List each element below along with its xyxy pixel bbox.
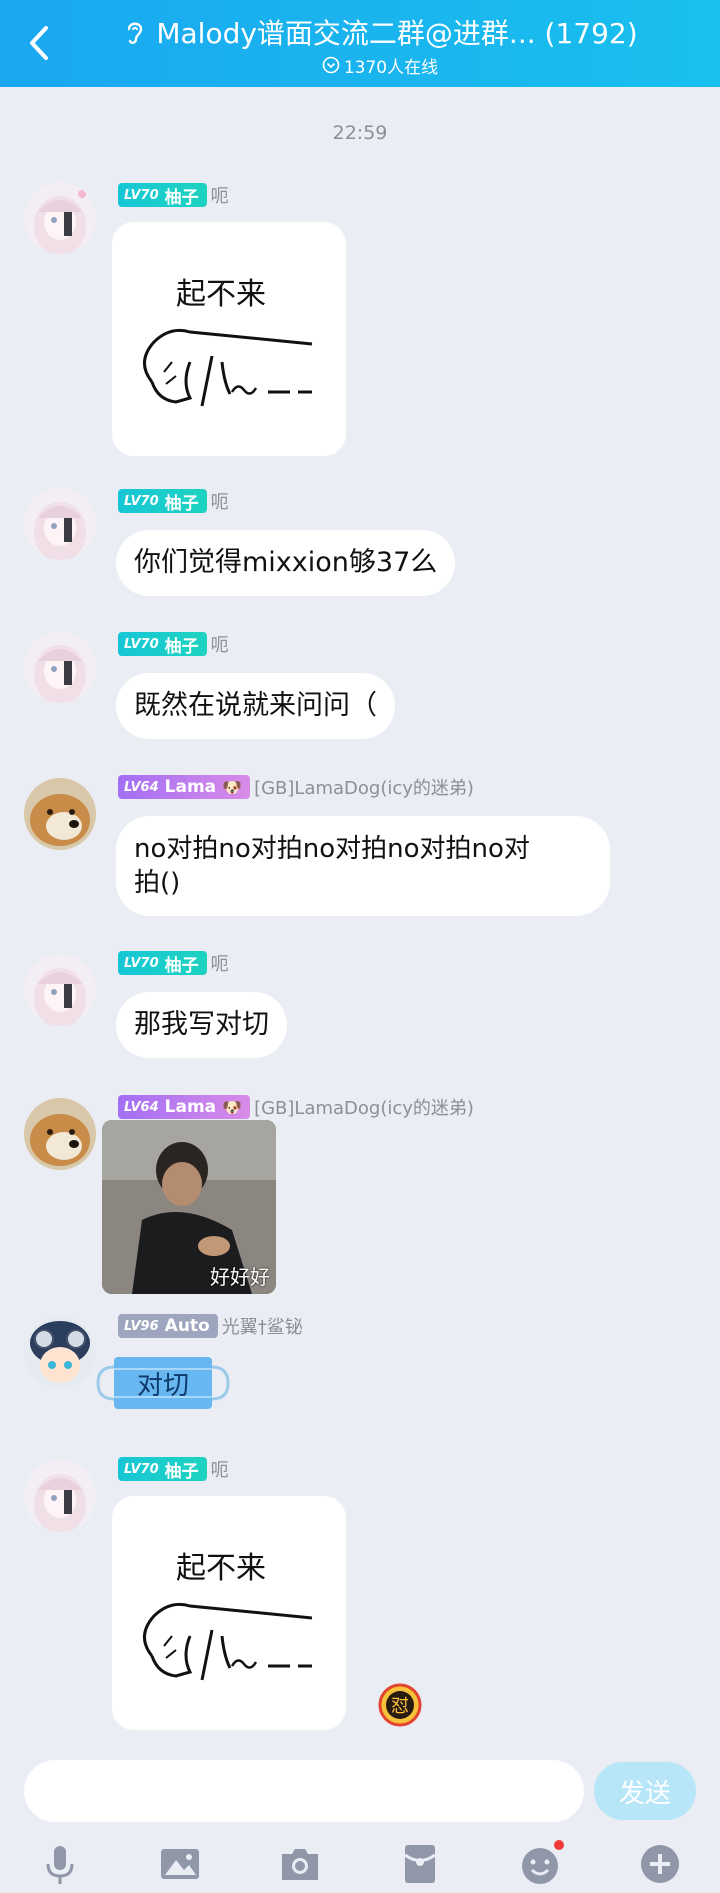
level-badge: LV70 柚子 (118, 489, 207, 514)
chat-title-row[interactable]: Malody谱面交流二群@进群... (1792) (70, 12, 690, 52)
shiba-emoji-icon: 🐶 (222, 777, 243, 797)
level-badge: LV70 柚子 (118, 183, 207, 208)
mask-sticker-text: 对切 (136, 1371, 189, 1401)
sender-row: LV70 柚子 呃 (118, 950, 229, 976)
camera-icon[interactable] (276, 1840, 324, 1888)
level-badge: LV70 柚子 (118, 632, 207, 657)
sender-nickname: [GB]LamaDog(icy的迷弟) (254, 778, 474, 799)
sticker-image[interactable]: 起不来 (112, 1496, 346, 1730)
sender-nickname: [GB]LamaDog(icy的迷弟) (254, 1098, 474, 1119)
emoji-icon[interactable] (516, 1840, 564, 1888)
online-count-text: 1370人在线 (343, 57, 439, 78)
notification-dot (554, 1840, 564, 1850)
bubble-line: no对拍no对拍no对拍no对拍no对 (134, 834, 530, 864)
avatar-yuzi[interactable] (24, 954, 96, 1026)
sender-row: LV64 Lama 🐶 [GB]LamaDog(icy的迷弟) (118, 1094, 474, 1120)
sender-nickname: 呃 (210, 186, 229, 207)
message-bubble[interactable]: no对拍no对拍no对拍no对拍no对 拍() (116, 816, 610, 916)
chevron-left-icon (30, 26, 48, 60)
level-badge: LV64 Lama 🐶 (118, 775, 251, 799)
avatar-yuzi[interactable] (24, 488, 96, 560)
chat-header: Malody谱面交流二群@进群... (1792) 1370人在线 (0, 0, 720, 87)
chat-title: Malody谱面交流二群@进群... (1792) (156, 17, 638, 50)
online-count[interactable]: 1370人在线 (70, 53, 690, 78)
level-badge: LV70 柚子 (118, 951, 207, 976)
message-bubble[interactable]: 你们觉得mixxion够37么 (116, 530, 456, 596)
message-bubble[interactable]: 那我写对切 (116, 992, 287, 1058)
sender-nickname: 呃 (210, 492, 229, 513)
bubble-line: 拍() (134, 868, 181, 898)
sender-nickname: 呃 (210, 635, 229, 656)
sender-row: LV70 柚子 呃 (118, 182, 229, 208)
message-bubble[interactable]: 既然在说就来问问（ (116, 673, 395, 739)
plus-icon[interactable] (636, 1840, 684, 1888)
level-badge: LV70 柚子 (118, 1457, 207, 1482)
mask-sticker[interactable]: 对切 (96, 1351, 230, 1415)
send-button[interactable]: 发送 (594, 1762, 696, 1820)
avatar-yuzi[interactable] (24, 631, 96, 703)
level-badge: LV64 Lama 🐶 (118, 1095, 251, 1119)
back-button[interactable] (22, 20, 58, 66)
image-icon[interactable] (156, 1840, 204, 1888)
avatar-yuzi[interactable] (24, 1460, 96, 1532)
avatar-auto[interactable] (24, 1317, 96, 1389)
sender-row: LV70 柚子 呃 (118, 488, 229, 514)
sticker-caption: 起不来 (176, 277, 266, 312)
sender-nickname: 呃 (210, 1460, 229, 1481)
microphone-icon[interactable] (36, 1840, 84, 1888)
input-area: 发送 (0, 1742, 720, 1893)
sender-row: LV96 Auto 光翼†鲨铋 (118, 1313, 303, 1339)
sender-row: LV64 Lama 🐶 [GB]LamaDog(icy的迷弟) (118, 774, 474, 800)
sender-nickname: 光翼†鲨铋 (221, 1317, 303, 1338)
message-input[interactable] (24, 1760, 584, 1822)
avatar-yuzi[interactable] (24, 182, 96, 254)
red-packet-icon[interactable] (396, 1840, 444, 1888)
photo-caption: 好好好 (210, 1265, 270, 1289)
sender-nickname: 呃 (210, 954, 229, 975)
sender-row: LV70 柚子 呃 (118, 631, 229, 657)
input-toolbar (0, 1840, 720, 1890)
photo-message[interactable]: 好好好 (102, 1120, 276, 1294)
floating-emoji-badge[interactable]: 怼 (378, 1683, 422, 1727)
avatar-lama[interactable] (24, 778, 96, 850)
avatar-lama[interactable] (24, 1098, 96, 1170)
chevron-down-circle-icon (322, 56, 340, 74)
level-badge: LV96 Auto (118, 1314, 218, 1338)
ear-icon (122, 17, 148, 47)
svg-text:怼: 怼 (391, 1696, 409, 1717)
sticker-image[interactable]: 起不来 (112, 222, 346, 456)
sticker-caption: 起不来 (176, 1551, 266, 1586)
shiba-emoji-icon: 🐶 (222, 1097, 243, 1117)
message-timestamp: 22:59 (332, 122, 388, 144)
sender-row: LV70 柚子 呃 (118, 1456, 229, 1482)
